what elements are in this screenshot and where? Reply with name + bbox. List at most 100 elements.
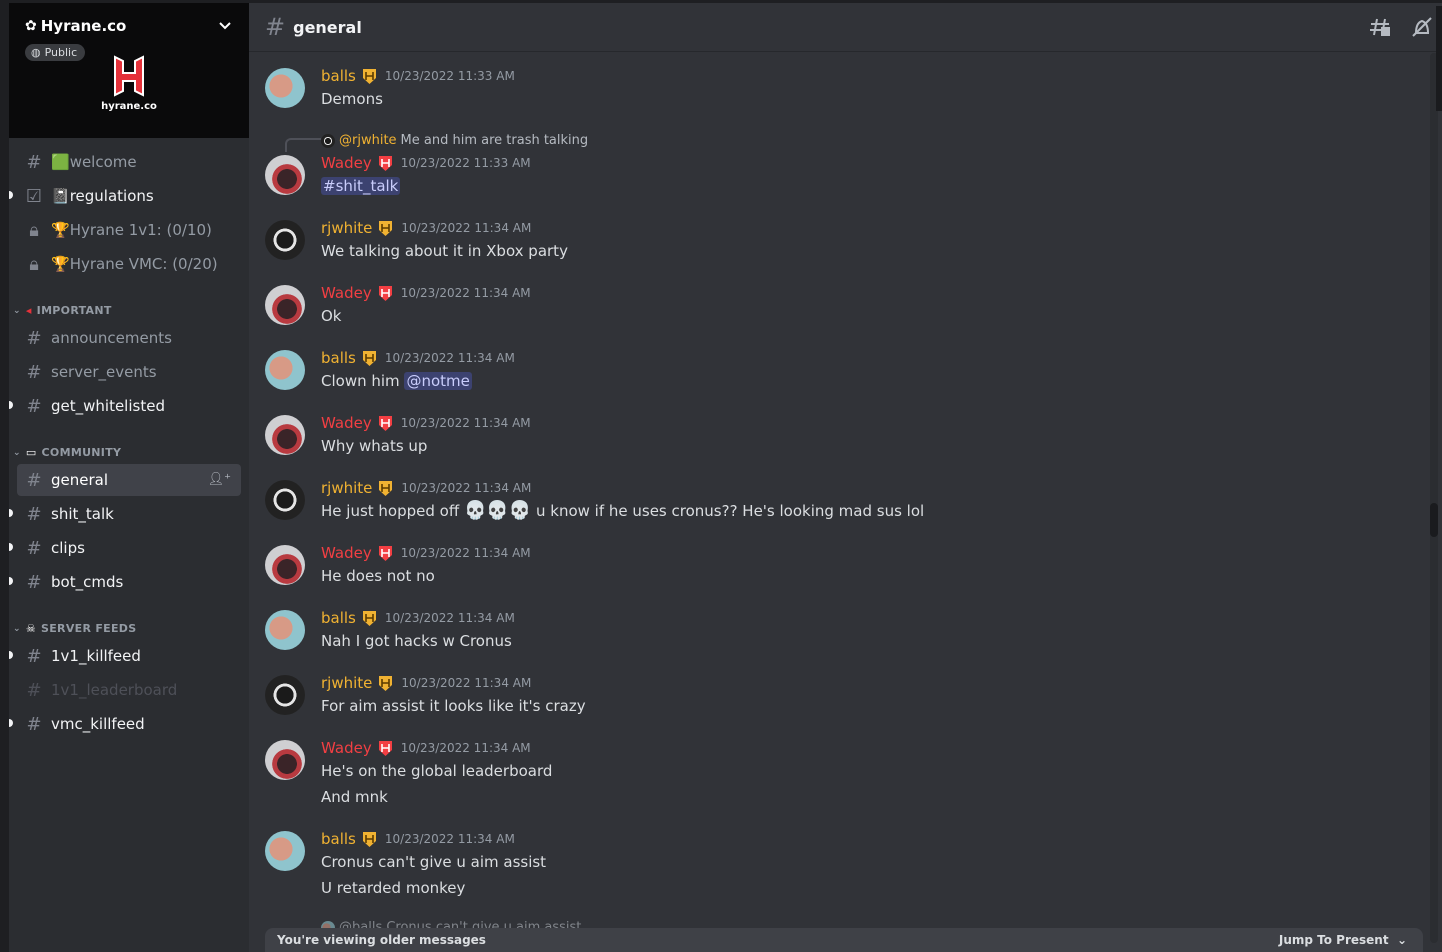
- message-list[interactable]: balls 10/23/2022 11:33 AM Demons @rjwhit…: [249, 52, 1429, 932]
- message[interactable]: rjwhite 10/23/2022 11:34 AM For aim assi…: [265, 674, 1415, 719]
- channel-server-events[interactable]: # server_events: [17, 356, 241, 388]
- rules-checkbox-icon: ☑: [25, 185, 43, 207]
- avatar[interactable]: [265, 220, 305, 260]
- role-shield-icon: [362, 350, 376, 366]
- channel-1v1-leaderboard[interactable]: # 1v1_leaderboard: [17, 674, 241, 706]
- logo-text: hyrane.co: [101, 101, 157, 112]
- author-name[interactable]: balls: [321, 349, 356, 367]
- message[interactable]: balls 10/23/2022 11:34 AM Cronus can't g…: [265, 830, 1415, 901]
- timestamp: 10/23/2022 11:34 AM: [384, 351, 515, 365]
- header-toolbar: [1368, 15, 1434, 39]
- author-name[interactable]: balls: [321, 830, 356, 848]
- message[interactable]: balls 10/23/2022 11:34 AM Nah I got hack…: [265, 609, 1415, 654]
- avatar[interactable]: [265, 610, 305, 650]
- reply-preview[interactable]: @rjwhite Me and him are trash talking: [321, 133, 588, 148]
- author-name[interactable]: Wadey: [321, 544, 372, 562]
- channel-general[interactable]: # general 👤︎⁺: [17, 464, 241, 496]
- channel-label: vmc_killfeed: [51, 715, 145, 733]
- author-name[interactable]: Wadey: [321, 284, 372, 302]
- message[interactable]: rjwhite 10/23/2022 11:34 AM We talking a…: [265, 219, 1415, 264]
- message-text-part: Clown him: [321, 372, 400, 390]
- author-name[interactable]: Wadey: [321, 739, 372, 757]
- author-name[interactable]: Wadey: [321, 414, 372, 432]
- channel-hyrane-1v1[interactable]: 🔒︎ 🏆 Hyrane 1v1: (0/10): [17, 214, 241, 246]
- channel-get-whitelisted[interactable]: # get_whitelisted: [9, 390, 241, 422]
- server-gear-icon: ✿: [25, 18, 37, 34]
- channel-clips[interactable]: # clips: [9, 532, 241, 564]
- reply-author[interactable]: @rjwhite: [339, 133, 397, 148]
- page-title: general: [293, 17, 362, 37]
- avatar[interactable]: [265, 285, 305, 325]
- channel-emoji: 🏆: [51, 255, 70, 273]
- older-messages-label: You're viewing older messages: [277, 933, 486, 947]
- author-name[interactable]: Wadey: [321, 154, 372, 172]
- channel-label: Hyrane 1v1: (0/10): [69, 221, 212, 239]
- create-invite-icon[interactable]: 👤︎⁺: [208, 472, 231, 487]
- message[interactable]: Wadey 10/23/2022 11:34 AM Why whats up: [265, 414, 1415, 459]
- channel-label: server_events: [51, 363, 157, 381]
- role-shield-icon: [378, 415, 392, 431]
- chevron-down-icon[interactable]: [217, 17, 233, 33]
- threads-icon[interactable]: [1368, 15, 1392, 39]
- avatar[interactable]: [265, 545, 305, 585]
- user-mention[interactable]: @notme: [404, 372, 472, 390]
- window-scrollbar[interactable]: [1436, 6, 1442, 111]
- avatar[interactable]: [265, 155, 305, 195]
- channel-regulations[interactable]: ☑ 📓 regulations: [9, 180, 241, 212]
- channel-1v1-killfeed[interactable]: # 1v1_killfeed: [9, 640, 241, 672]
- notification-muted-icon[interactable]: [1410, 15, 1434, 39]
- role-shield-icon: [379, 480, 393, 496]
- author-name[interactable]: rjwhite: [321, 219, 372, 237]
- author-name[interactable]: balls: [321, 609, 356, 627]
- author-name[interactable]: rjwhite: [321, 479, 372, 497]
- message-text: We talking about it in Xbox party: [321, 242, 568, 260]
- avatar[interactable]: [265, 675, 305, 715]
- channel-label: shit_talk: [51, 505, 114, 523]
- channel-mention[interactable]: #shit_talk: [321, 177, 401, 195]
- older-messages-bar[interactable]: You're viewing older messages Jump To Pr…: [265, 928, 1423, 952]
- channel-label: announcements: [51, 329, 172, 347]
- message[interactable]: Wadey 10/23/2022 11:34 AM He's on the gl…: [265, 739, 1415, 810]
- channel-bot-cmds[interactable]: # bot_cmds: [9, 566, 241, 598]
- message[interactable]: balls 10/23/2022 11:34 AM Clown him @not…: [265, 349, 1415, 394]
- avatar[interactable]: [265, 831, 305, 871]
- jump-to-present-button[interactable]: Jump To Present ⌄: [1279, 933, 1407, 947]
- skull-icon: ☠: [25, 622, 37, 635]
- avatar[interactable]: [265, 350, 305, 390]
- message[interactable]: Wadey 10/23/2022 11:34 AM He does not no: [265, 544, 1415, 589]
- hash-icon: #: [26, 645, 42, 667]
- avatar[interactable]: [265, 480, 305, 520]
- hash-icon: #: [26, 469, 42, 491]
- scrollbar-track[interactable]: [1430, 53, 1438, 943]
- author-name[interactable]: rjwhite: [321, 674, 372, 692]
- server-name-label: Hyrane.co: [40, 17, 127, 35]
- category-server-feeds[interactable]: ⌄ ☠ SERVER FEEDS: [13, 622, 136, 635]
- message-text: He's on the global leaderboard: [321, 762, 553, 780]
- reply-spine: [285, 138, 321, 152]
- server-name[interactable]: ✿ Hyrane.co: [25, 17, 126, 35]
- hash-icon: #: [26, 713, 42, 735]
- message-text: Demons: [321, 90, 383, 108]
- category-important[interactable]: ⌄ ◂ IMPORTANT: [13, 304, 112, 317]
- message[interactable]: Wadey 10/23/2022 11:33 AM #shit_talk: [265, 154, 1415, 199]
- category-community[interactable]: ⌄ ▭ COMMUNITY: [13, 446, 121, 459]
- chevron-down-icon: ⌄: [13, 305, 21, 316]
- channel-vmc-killfeed[interactable]: # vmc_killfeed: [9, 708, 241, 740]
- channel-emoji: 📓: [51, 187, 70, 205]
- avatar[interactable]: [265, 415, 305, 455]
- channel-announcements[interactable]: # announcements: [17, 322, 241, 354]
- timestamp: 10/23/2022 11:34 AM: [400, 546, 531, 560]
- message[interactable]: balls 10/23/2022 11:33 AM Demons: [265, 67, 1415, 112]
- channel-welcome[interactable]: # 🟩 welcome: [17, 146, 241, 178]
- message[interactable]: rjwhite 10/23/2022 11:34 AM He just hopp…: [265, 479, 1415, 524]
- avatar[interactable]: [265, 740, 305, 780]
- channel-hyrane-vmc[interactable]: 🔒︎ 🏆 Hyrane VMC: (0/20): [17, 248, 241, 280]
- scrollbar-thumb[interactable]: [1430, 503, 1438, 537]
- message[interactable]: Wadey 10/23/2022 11:34 AM Ok: [265, 284, 1415, 329]
- avatar[interactable]: [265, 68, 305, 108]
- channel-shit-talk[interactable]: # shit_talk: [9, 498, 241, 530]
- server-banner[interactable]: ✿ Hyrane.co ◍ Public hyrane.co: [9, 3, 249, 138]
- message-text: Cronus can't give u aim assist: [321, 853, 547, 871]
- author-name[interactable]: balls: [321, 67, 356, 85]
- message-text: Ok: [321, 307, 342, 325]
